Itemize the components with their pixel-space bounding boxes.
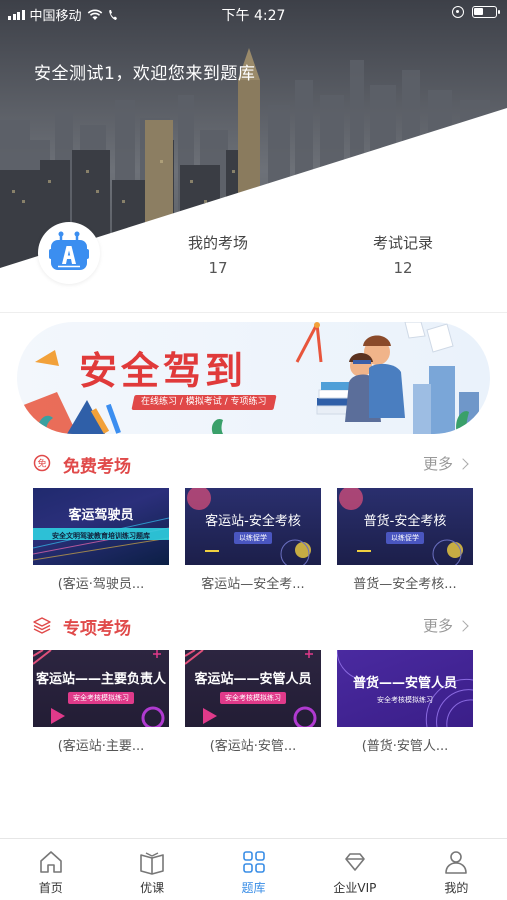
status-bar: 中国移动 下午 4:27 [0,0,507,28]
card-caption: 客运站—安全考... [201,577,305,592]
status-right [452,6,500,18]
special-section-title: 专项考场 [63,619,131,639]
bottom-tab-bar: 首页 优课 题库 企业VIP 我的 [0,838,507,900]
play-shapes-graphic [185,650,317,727]
exam-records-stat[interactable]: 考试记录 12 [328,232,478,277]
free-section-header: 免 免费考场 更多 [33,450,473,478]
thumb-title: 普货-安全考核 [363,514,447,529]
road-lights-graphic [33,517,169,561]
my-exam-rooms-stat[interactable]: 我的考场 17 [143,232,293,277]
more-label: 更多 [422,617,453,635]
stat-label: 考试记录 [372,234,433,252]
thumb-subtitle: 安全考核模拟练习 [220,692,286,704]
exam-card-freight-safety-manager[interactable]: 普货——安管人员 安全考核模拟练习 (普货·安管人... [337,650,473,754]
chevron-right-icon [457,457,469,470]
thumb-subtitle: 以练促学 [386,532,424,544]
stat-value: 12 [393,259,413,277]
layers-icon [33,617,51,634]
banner-title: 安全驾到 [79,349,248,393]
card-thumbnail: 普货——安管人员 安全考核模拟练习 [337,650,473,727]
special-section-header: 专项考场 更多 [33,612,473,640]
banner-tags-text: 在线练习 / 模拟考试 / 专项练习 [141,397,267,407]
tab-label: 企业VIP [333,881,377,895]
orientation-lock-icon [452,6,464,18]
svg-text:免: 免 [37,458,46,470]
special-card-list: 客运站——主要负责人 安全考核模拟练习 (客运站·主要... 客运站——安管人员… [33,650,473,754]
exam-card-station-safety-manager[interactable]: 客运站——安管人员 安全考核模拟练习 (客运站·安管... [185,650,321,754]
grid-icon [242,851,265,873]
thumb-title: 客运站-安全考核 [205,514,301,529]
card-thumbnail: 普货-安全考核 以练促学 [337,488,473,565]
free-section-title: 免费考场 [63,457,131,477]
welcome-text: 安全测试1，欢迎您来到题库 [34,64,256,84]
thumb-title: 客运站——主要负责人 [35,672,166,687]
card-caption: (客运·驾驶员... [57,577,145,592]
exam-card-station-principal[interactable]: 客运站——主要负责人 安全考核模拟练习 (客运站·主要... [33,650,169,754]
stat-value: 17 [208,259,228,277]
tab-label: 题库 [241,881,266,895]
tab-home[interactable]: 首页 [0,839,101,900]
exam-card-freight-safety[interactable]: 普货-安全考核 以练促学 普货—安全考核... [337,488,473,592]
card-caption: 普货—安全考核... [353,577,457,592]
header-divider [0,312,507,313]
thumb-subtitle: 安全文明驾驶教育培训练习题库 [52,532,150,540]
promo-banner[interactable]: 安全驾到 在线练习 / 模拟考试 / 专项练习 [17,322,490,434]
free-card-list: 客运驾驶员 安全文明驾驶教育培训练习题库 (客运·驾驶员... 客运站-安全考核… [33,488,473,592]
play-shapes-graphic [33,650,165,727]
chevron-right-icon [457,619,469,632]
stat-label: 我的考场 [187,234,248,252]
special-more-link[interactable]: 更多 [422,615,469,636]
card-thumbnail: 客运站——主要负责人 安全考核模拟练习 [33,650,169,727]
card-thumbnail: 客运驾驶员 安全文明驾驶教育培训练习题库 [33,488,169,565]
tab-mine[interactable]: 我的 [406,839,507,900]
free-more-link[interactable]: 更多 [422,453,469,474]
more-label: 更多 [422,455,453,473]
tab-label: 我的 [444,881,469,895]
thumb-subtitle: 以练促学 [234,532,272,544]
diamond-icon [345,853,365,871]
thumb-title: 普货——安管人员 [352,676,457,691]
thumb-subtitle: 安全考核模拟练习 [377,696,433,704]
card-thumbnail: 客运站——安管人员 安全考核模拟练习 [185,650,321,727]
tab-courses[interactable]: 优课 [101,839,202,900]
header-hero: 中国移动 下午 4:27 安全测试1，欢迎您来到题库 我的考场 17 考试记录 … [0,0,507,312]
card-caption: (普货·安管人... [361,739,449,754]
avatar[interactable] [38,222,100,284]
exam-card-passenger-station-safety[interactable]: 客运站-安全考核 以练促学 客运站—安全考... [185,488,321,592]
robot-logo-icon [49,231,89,270]
battery-icon [472,6,500,18]
user-icon [445,851,468,874]
home-icon [39,851,62,873]
tab-label: 优课 [140,881,165,895]
banner-tags: 在线练习 / 模拟考试 / 专项练习 [131,395,277,410]
tab-enterprise-vip[interactable]: 企业VIP [304,839,405,900]
exam-card-passenger-driver[interactable]: 客运驾驶员 安全文明驾驶教育培训练习题库 (客运·驾驶员... [33,488,169,592]
tab-label: 首页 [38,881,63,895]
card-caption: (客运站·主要... [57,739,145,754]
book-icon [140,852,164,875]
tab-question-bank[interactable]: 题库 [203,839,304,900]
thumb-title: 客运站——安管人员 [194,672,312,687]
card-thumbnail: 客运站-安全考核 以练促学 [185,488,321,565]
free-badge-icon: 免 [33,454,51,472]
thumb-title: 客运驾驶员 [68,508,134,523]
status-time: 下午 4:27 [221,8,286,24]
thumb-subtitle: 安全考核模拟练习 [68,692,134,704]
card-caption: (客运站·安管... [209,739,297,754]
